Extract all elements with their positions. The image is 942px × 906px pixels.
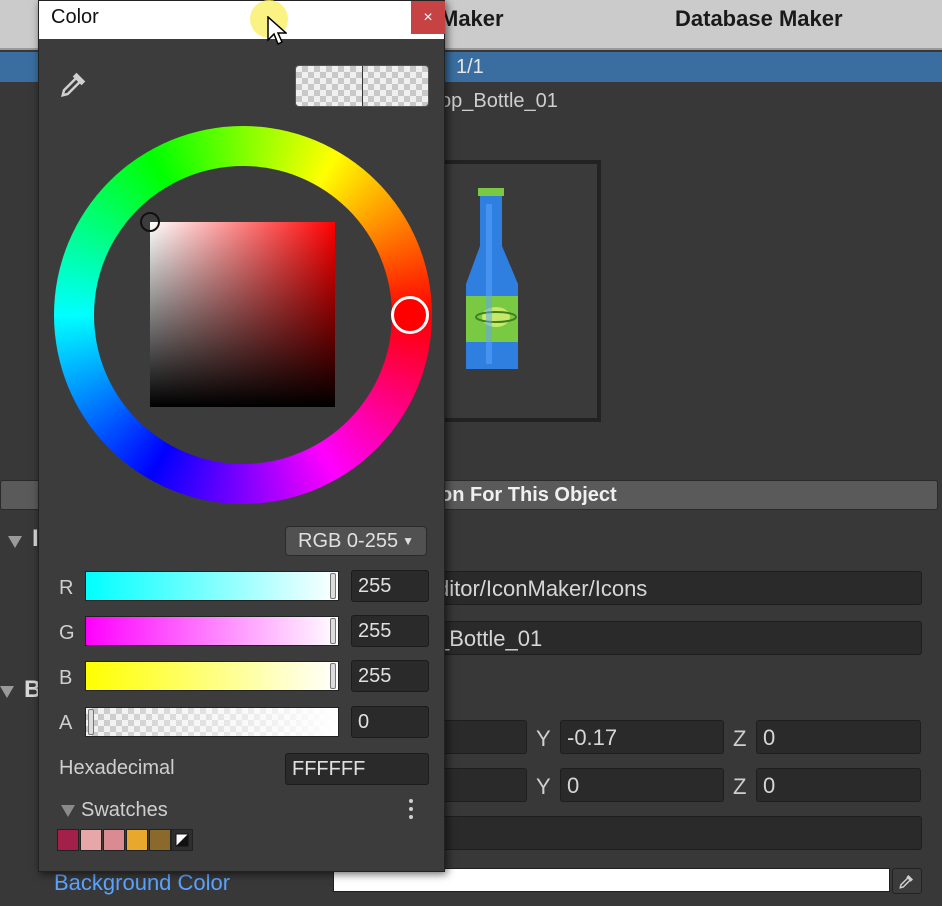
swatch-item[interactable] (80, 829, 102, 851)
color-mode-dropdown[interactable]: RGB 0-255 ▼ (285, 526, 427, 556)
position-z-label: Z (733, 726, 747, 751)
bottle-icon (466, 188, 518, 369)
close-icon[interactable]: × (411, 1, 445, 34)
channel-slider-g[interactable] (85, 616, 339, 646)
swatch-item[interactable] (149, 829, 171, 851)
channel-label-b: B (59, 667, 73, 689)
slider-thumb[interactable] (88, 709, 94, 735)
object-preview (420, 160, 601, 422)
slider-thumb[interactable] (330, 663, 336, 689)
scale-field[interactable] (430, 816, 922, 850)
hex-field[interactable]: FFFFFF (285, 753, 429, 785)
position-z-field[interactable]: 0 (756, 720, 921, 754)
add-swatch-button[interactable] (171, 829, 193, 851)
page-indicator: 1/1 (456, 56, 484, 78)
color-picker-window: Color × RGB 0-255 ▼ R 255 G 255 B 255 A … (38, 0, 445, 872)
rotation-z-label: Z (733, 774, 747, 799)
icon-name-field[interactable]: _Bottle_01 (430, 621, 922, 655)
channel-field-r[interactable]: 255 (351, 570, 429, 602)
save-path-field[interactable]: ditor/IconMaker/Icons (430, 571, 922, 605)
mouse-cursor-icon (267, 15, 288, 51)
position-y-label: Y (536, 726, 551, 751)
hex-label: Hexadecimal (59, 757, 175, 779)
tab-icon-maker[interactable]: Maker (440, 6, 504, 36)
tab-database-maker[interactable]: Database Maker (675, 6, 843, 36)
rotation-z-field[interactable]: 0 (756, 768, 921, 802)
foldout-arrow-icon[interactable] (8, 536, 22, 548)
swatch-item[interactable] (57, 829, 79, 851)
create-icon-button-label: on For This Object (440, 484, 617, 506)
channel-field-g[interactable]: 255 (351, 615, 429, 647)
channel-field-b[interactable]: 255 (351, 660, 429, 692)
background-color-label: Background Color (54, 870, 231, 895)
foldout-arrow-icon[interactable] (61, 805, 75, 817)
saturation-value-square[interactable] (150, 222, 335, 407)
foldout-arrow-icon[interactable] (0, 686, 14, 698)
channel-label-g: G (59, 622, 75, 644)
eyedropper-icon[interactable] (892, 868, 922, 894)
color-mode-value: RGB 0-255 (298, 529, 399, 552)
swatch-item[interactable] (126, 829, 148, 851)
swatches-header[interactable]: Swatches (81, 799, 168, 822)
object-name: op_Bottle_01 (440, 90, 558, 112)
screen: Maker Database Maker 1/1 op_Bottle_01 on… (0, 0, 942, 906)
channel-label-r: R (59, 577, 74, 599)
rotation-y-label: Y (536, 774, 551, 799)
rotation-y-field[interactable]: 0 (560, 768, 724, 802)
slider-thumb[interactable] (330, 573, 336, 599)
slider-thumb[interactable] (330, 618, 336, 644)
color-preview (295, 65, 429, 107)
channel-field-a[interactable]: 0 (351, 706, 429, 738)
kebab-menu-icon[interactable] (405, 797, 417, 821)
position-y-field[interactable]: -0.17 (560, 720, 724, 754)
swatch-item[interactable] (103, 829, 125, 851)
saturation-value-handle[interactable] (140, 212, 160, 232)
hue-handle[interactable] (391, 296, 429, 334)
preview-divider (362, 66, 363, 106)
channel-slider-a[interactable] (85, 707, 339, 737)
eyedropper-icon[interactable] (59, 69, 89, 99)
color-picker-titlebar[interactable]: Color × (39, 1, 445, 39)
channel-slider-r[interactable] (85, 571, 339, 601)
window-title: Color (51, 6, 99, 28)
channel-slider-b[interactable] (85, 661, 339, 691)
chevron-down-icon: ▼ (402, 534, 414, 548)
channel-label-a: A (59, 712, 73, 734)
